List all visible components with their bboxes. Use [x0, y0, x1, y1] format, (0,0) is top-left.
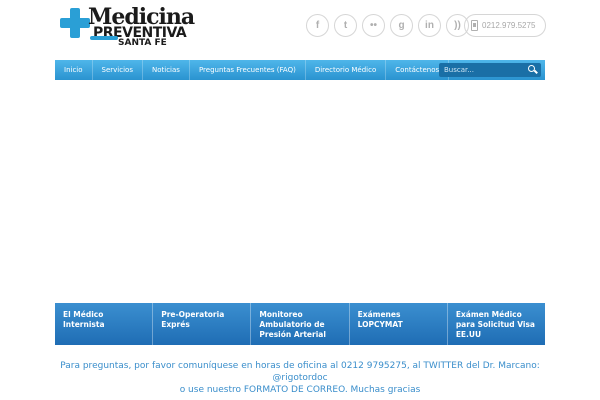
- search-box: [439, 63, 541, 77]
- nav-item-directorio[interactable]: Directorio Médico: [306, 60, 387, 80]
- google-icon[interactable]: g: [390, 14, 413, 37]
- search-icon[interactable]: [525, 63, 539, 77]
- nav-item-servicios[interactable]: Servicios: [93, 60, 143, 80]
- phone-icon: [471, 20, 478, 31]
- search-input[interactable]: [439, 66, 525, 74]
- feature-examen-visa[interactable]: Exámen Médico para Solicitud Visa EE.UU: [448, 303, 545, 345]
- contact-note-line1: Para preguntas, por favor comuníquese en…: [60, 361, 540, 383]
- feature-boxes: El Médico Internista Pre-Operatoria Expr…: [55, 303, 545, 345]
- feature-pre-operatoria[interactable]: Pre-Operatoria Exprés: [153, 303, 252, 345]
- nav-item-faq[interactable]: Preguntas Frecuentes (FAQ): [190, 60, 306, 80]
- flickr-icon[interactable]: ••: [362, 14, 385, 37]
- feature-monitoreo-presion[interactable]: Monitoreo Ambulatorio de Presión Arteria…: [251, 303, 350, 345]
- phone-number: 0212.979.5275: [482, 21, 536, 30]
- contact-note: Para preguntas, por favor comuníquese en…: [55, 360, 545, 396]
- twitter-icon[interactable]: t: [334, 14, 357, 37]
- site-logo[interactable]: Medicina PREVENTIVA SANTA FE: [60, 4, 195, 50]
- main-nav: Inicio Servicios Noticias Preguntas Frec…: [55, 60, 545, 80]
- medical-cross-icon: [60, 8, 90, 38]
- nav-item-noticias[interactable]: Noticias: [143, 60, 190, 80]
- phone-badge: 0212.979.5275: [464, 14, 546, 37]
- contact-note-line2: o use nuestro FORMATO DE CORREO. Muchas …: [179, 385, 421, 395]
- social-links: f t •• g in )): [306, 14, 469, 37]
- feature-medico-internista[interactable]: El Médico Internista: [55, 303, 154, 345]
- logo-text-santa-fe: SANTA FE: [118, 38, 167, 48]
- feature-examenes-lopcymat[interactable]: Exámenes LOPCYMAT: [350, 303, 448, 345]
- nav-item-inicio[interactable]: Inicio: [55, 60, 93, 80]
- linkedin-icon[interactable]: in: [418, 14, 441, 37]
- facebook-icon[interactable]: f: [306, 14, 329, 37]
- logo-swoosh: [90, 36, 118, 40]
